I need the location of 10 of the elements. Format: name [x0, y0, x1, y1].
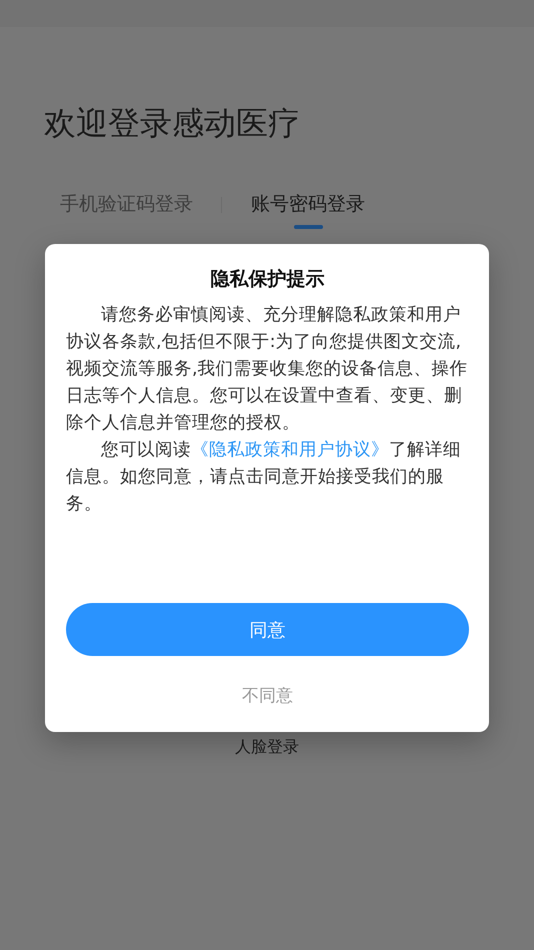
dialog-paragraph: 您可以阅读《隐私政策和用户协议》了解详细信息。如您同意，请点击同意开始接受我们的服务。: [66, 439, 462, 516]
policy-link[interactable]: 《隐私政策和用户协议》: [191, 440, 390, 460]
agree-button[interactable]: 同意: [66, 603, 469, 656]
face-login-label[interactable]: 人脸登录: [235, 736, 299, 758]
login-tab[interactable]: 手机验证码登录: [60, 191, 193, 217]
disagree-button[interactable]: 不同意: [234, 680, 301, 711]
dialog-paragraph: 请您务必审慎阅读、充分理解隐私政策和用户协议各条款,包括但不限于:为了向您提供图文交流,视频交流等服务,我们需要收集您的设备信息、操作日志等个人信息。您可以在设置中查看、变更、删除个人信息并管理您的授权。: [66, 304, 469, 435]
dialog-title: 隐私保护提示: [210, 267, 326, 292]
login-tab[interactable]: 账号密码登录: [251, 191, 365, 229]
page-title: 欢迎登录感动医疗: [44, 103, 301, 143]
